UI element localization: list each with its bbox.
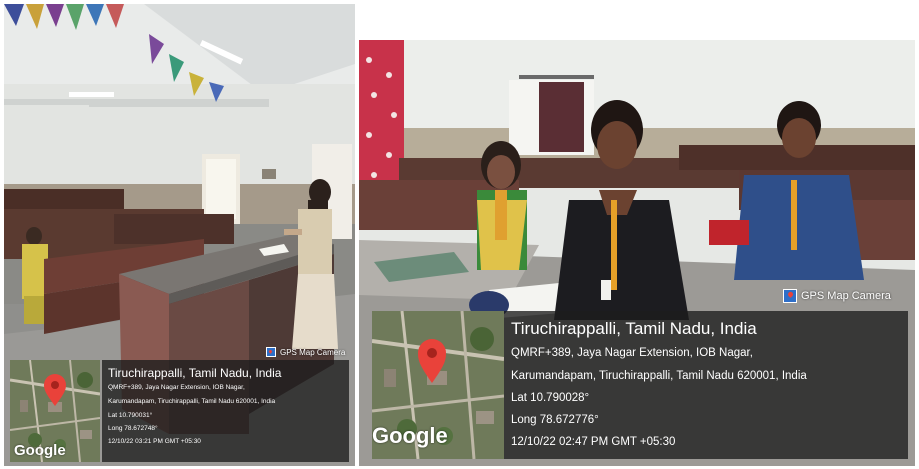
place-name: Tiruchirappalli, Tamil Nadu, India [511,319,757,338]
address-line-2: Karumandapam, Tiruchirappalli, Tamil Nad… [511,370,807,382]
address-line-1: QMRF+389, Jaya Nagar Extension, IOB Naga… [108,384,245,391]
gps-map-camera-stamp: GPS Map Camera [266,347,345,357]
timestamp: 12/10/22 02:47 PM GMT +05:30 [511,436,676,448]
gps-map-camera-stamp: GPS Map Camera [783,289,891,303]
gps-map-camera-label: GPS Map Camera [280,347,346,357]
map-thumbnail: Google [372,311,504,459]
gps-map-camera-icon [783,289,797,303]
timestamp: 12/10/22 03:21 PM GMT +05:30 [108,438,201,445]
map-thumbnail: Google [10,360,100,462]
right-photo: GPS Map Camera Google Tiruchirappalli, T… [359,40,915,466]
gps-map-camera-icon [266,347,276,357]
place-name: Tiruchirappalli, Tamil Nadu, India [108,366,282,380]
latitude: Lat 10.790028° [511,392,590,404]
google-map-logo: Google [14,442,66,459]
gps-info-card: Tiruchirappalli, Tamil Nadu, India QMRF+… [102,360,349,462]
left-photo: GPS Map Camera Google Tiruchirappalli, T… [4,4,355,466]
longitude: Long 78.672748° [108,425,158,432]
address-line-1: QMRF+389, Jaya Nagar Extension, IOB Naga… [511,347,753,359]
longitude: Long 78.672776° [511,414,599,426]
address-line-2: Karumandapam, Tiruchirappalli, Tamil Nad… [108,398,276,405]
gps-map-camera-label: GPS Map Camera [801,290,891,302]
latitude: Lat 10.790031° [108,412,153,419]
google-map-logo: Google [372,423,448,448]
gps-info-card: Tiruchirappalli, Tamil Nadu, India QMRF+… [504,311,908,459]
